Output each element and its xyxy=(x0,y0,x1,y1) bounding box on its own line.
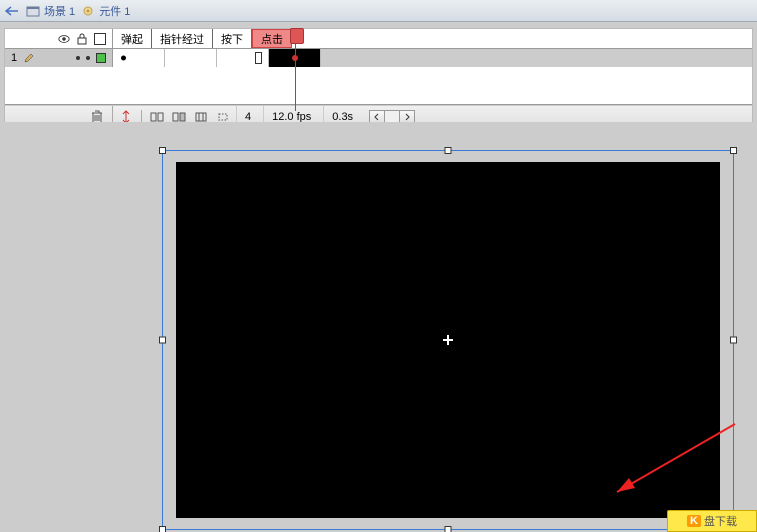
outline-toggle-icon[interactable] xyxy=(94,33,106,45)
frame-cell-up[interactable] xyxy=(113,49,165,67)
tab-hit[interactable]: 点击 xyxy=(252,29,292,48)
breadcrumb-scene[interactable]: 场景 1 xyxy=(26,3,75,19)
handle-middle-left[interactable] xyxy=(159,337,166,344)
frame-cell-over[interactable] xyxy=(165,49,217,67)
symbol-icon xyxy=(81,5,95,17)
back-button[interactable] xyxy=(4,4,20,18)
stage-area[interactable]: K盘下载 xyxy=(0,122,757,532)
fps-value: 12.0 fps xyxy=(272,111,311,123)
tab-down-label: 按下 xyxy=(221,31,243,47)
layer-row[interactable]: 1 xyxy=(5,49,752,67)
selection-bounds xyxy=(162,150,734,530)
visibility-icon[interactable] xyxy=(58,33,70,45)
breadcrumb: 场景 1 元件 1 xyxy=(0,0,757,22)
breadcrumb-scene-label: 场景 1 xyxy=(44,3,75,19)
handle-bottom-center[interactable] xyxy=(445,526,452,532)
watermark-text: 盘下载 xyxy=(704,513,737,529)
layer-row-controls: 1 xyxy=(5,49,113,67)
layer-color-box[interactable] xyxy=(96,53,106,63)
frame-cell-down[interactable] xyxy=(217,49,269,67)
handle-top-right[interactable] xyxy=(730,147,737,154)
handle-top-center[interactable] xyxy=(445,147,452,154)
layer-header-controls xyxy=(5,29,113,48)
frame-cells[interactable] xyxy=(113,49,321,67)
frame-cell-hit[interactable] xyxy=(269,49,321,67)
visibility-dot[interactable] xyxy=(76,56,80,60)
frame-state-tabs: 弹起 指针经过 按下 点击 xyxy=(113,29,292,48)
layer-header: 弹起 指针经过 按下 点击 xyxy=(5,29,752,49)
handle-top-left[interactable] xyxy=(159,147,166,154)
tab-over-label: 指针经过 xyxy=(160,31,204,47)
lock-dot[interactable] xyxy=(86,56,90,60)
breadcrumb-symbol-label: 元件 1 xyxy=(99,3,130,19)
layer-name: 1 xyxy=(11,52,17,64)
scene-icon xyxy=(26,5,40,17)
tab-down[interactable]: 按下 xyxy=(213,29,252,48)
tab-over[interactable]: 指针经过 xyxy=(152,29,213,48)
current-frame-value: 4 xyxy=(245,111,251,123)
pencil-icon xyxy=(23,52,35,64)
lock-icon[interactable] xyxy=(76,33,88,45)
timeline-panel: 弹起 指针经过 按下 点击 1 xyxy=(4,28,753,128)
tab-up-label: 弹起 xyxy=(121,31,143,47)
breadcrumb-symbol[interactable]: 元件 1 xyxy=(81,3,130,19)
handle-bottom-left[interactable] xyxy=(159,526,166,532)
stage-selection[interactable] xyxy=(162,150,734,530)
timeline-empty-space xyxy=(5,67,752,105)
tab-up[interactable]: 弹起 xyxy=(113,29,152,48)
tab-hit-label: 点击 xyxy=(261,31,283,47)
watermark: K盘下载 xyxy=(667,510,757,532)
elapsed-value: 0.3s xyxy=(332,111,353,123)
handle-middle-right[interactable] xyxy=(730,337,737,344)
